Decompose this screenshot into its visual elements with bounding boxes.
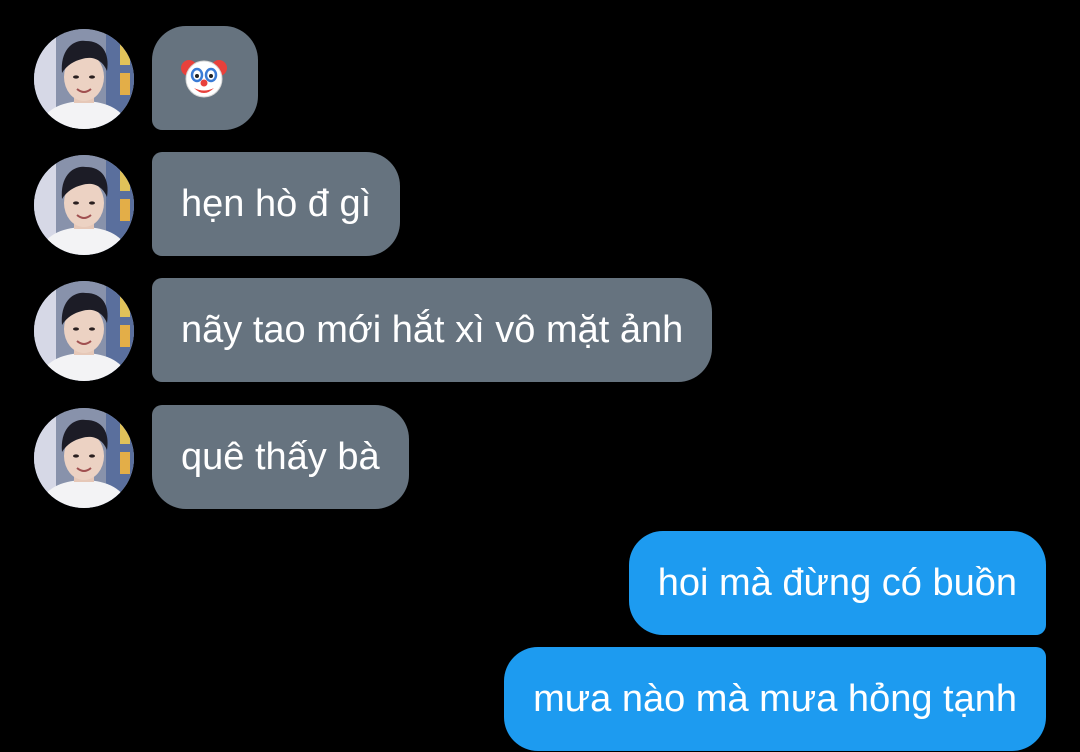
avatar[interactable] [34, 155, 134, 255]
avatar[interactable] [34, 408, 134, 508]
message-bubble[interactable]: hoi mà đừng có buồn [628, 531, 1046, 635]
clown-face-icon [181, 60, 227, 98]
message-bubble[interactable]: nãy tao mới hắt xì vô mặt ảnh [152, 278, 713, 382]
message-bubble[interactable] [152, 26, 258, 130]
message-bubble[interactable]: mưa nào mà mưa hỏng tạnh [504, 647, 1046, 751]
message-bubble[interactable]: quê thấy bà [152, 405, 409, 509]
message-bubble[interactable]: hẹn hò đ gì [152, 152, 401, 256]
avatar[interactable] [34, 281, 134, 381]
avatar[interactable] [34, 29, 134, 129]
